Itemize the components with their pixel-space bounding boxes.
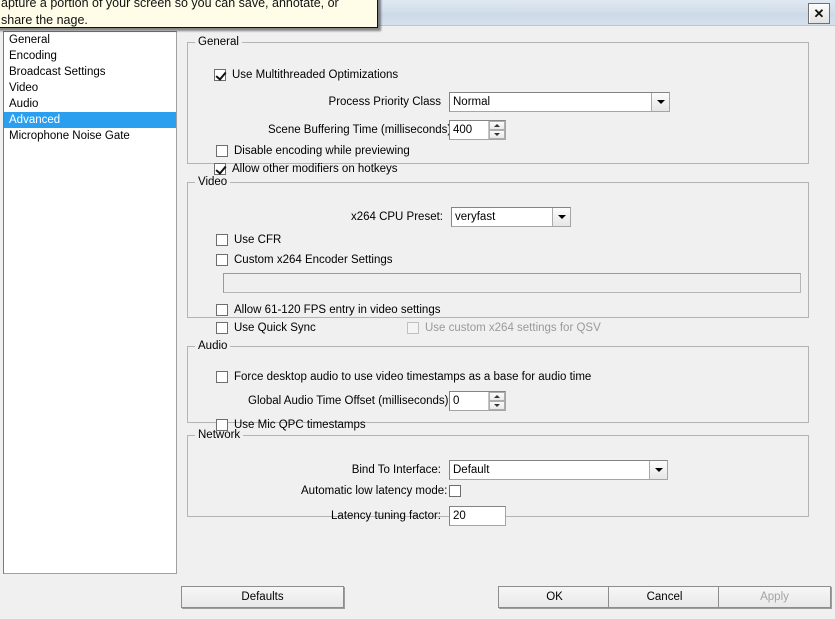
force-desktop-audio-checkbox[interactable] [216, 371, 228, 383]
sidebar-item-audio[interactable]: Audio [4, 96, 176, 112]
latency-tuning-factor-input[interactable]: 20 [449, 506, 506, 526]
group-audio-title: Audio [198, 340, 228, 352]
process-priority-class-row[interactable]: Process Priority Class Normal [308, 92, 670, 112]
group-video-title: Video [198, 176, 228, 188]
x264-cpu-preset-row[interactable]: x264 CPU Preset: veryfast [348, 207, 571, 227]
bind-to-interface-label: Bind To Interface: [351, 464, 441, 476]
automatic-low-latency-mode-label: Automatic low latency mode: [301, 485, 448, 497]
bind-to-interface-value: Default [453, 464, 490, 476]
spin-down-icon[interactable] [489, 401, 505, 410]
scene-buffering-time-stepper[interactable]: 400 [449, 120, 506, 140]
global-audio-time-offset-label: Global Audio Time Offset (milliseconds): [248, 395, 452, 407]
scene-buffering-time-label: Scene Buffering Time (milliseconds): [268, 124, 455, 136]
custom-x264-encoder-settings-input[interactable] [223, 273, 801, 293]
allow-other-modifiers-on-hotkeys-checkbox[interactable] [214, 163, 226, 175]
use-quick-sync-label: Use Quick Sync [234, 322, 316, 334]
process-priority-class-value: Normal [453, 96, 491, 108]
group-network: Network Bind To Interface: Default Autom… [187, 429, 809, 526]
allow-other-modifiers-on-hotkeys-label: Allow other modifiers on hotkeys [232, 163, 398, 175]
custom-x264-encoder-settings-label: Custom x264 Encoder Settings [234, 254, 393, 266]
group-general: General Use Multithreaded Optimizations … [187, 36, 809, 175]
bind-to-interface-dropdown[interactable]: Default [449, 460, 668, 480]
chevron-down-icon[interactable] [552, 208, 570, 226]
use-custom-x264-settings-for-qsv-checkbox [407, 322, 419, 334]
process-priority-class-dropdown[interactable]: Normal [449, 92, 670, 112]
global-audio-time-offset-stepper[interactable]: 0 [449, 391, 506, 411]
disable-encoding-while-previewing-row[interactable]: Disable encoding while previewing [216, 145, 410, 157]
allow-other-modifiers-on-hotkeys-row[interactable]: Allow other modifiers on hotkeys [214, 163, 398, 175]
spin-up-icon[interactable] [489, 121, 505, 130]
global-audio-time-offset-row[interactable]: Global Audio Time Offset (milliseconds):… [248, 391, 506, 411]
use-cfr-row[interactable]: Use CFR [216, 234, 281, 246]
use-custom-x264-settings-for-qsv-label: Use custom x264 settings for QSV [425, 322, 601, 334]
use-cfr-label: Use CFR [234, 234, 282, 246]
global-audio-time-offset-spin-buttons[interactable] [488, 392, 505, 410]
allow-61-120-fps-checkbox[interactable] [216, 304, 228, 316]
sidebar-item-encoding[interactable]: Encoding [4, 48, 176, 64]
sidebar-item-general[interactable]: General [4, 32, 176, 48]
disable-encoding-while-previewing-checkbox[interactable] [216, 145, 228, 157]
scene-buffering-time-spin-buttons[interactable] [488, 121, 505, 139]
custom-x264-encoder-settings-row[interactable]: Custom x264 Encoder Settings [216, 254, 393, 266]
latency-tuning-factor-value: 20 [453, 510, 466, 522]
apply-button: Apply [718, 586, 831, 608]
global-audio-time-offset-value: 0 [453, 395, 460, 407]
use-quick-sync-checkbox[interactable] [216, 322, 228, 334]
use-cfr-checkbox[interactable] [216, 234, 228, 246]
allow-61-120-fps-row[interactable]: Allow 61-120 FPS entry in video settings [216, 304, 440, 316]
sidebar-item-video[interactable]: Video [4, 80, 176, 96]
scene-buffering-time-row[interactable]: Scene Buffering Time (milliseconds): 400 [268, 120, 506, 140]
process-priority-class-label: Process Priority Class [328, 96, 441, 108]
bind-to-interface-row[interactable]: Bind To Interface: Default [308, 460, 668, 480]
settings-pane: General Use Multithreaded Optimizations … [184, 29, 812, 574]
close-icon[interactable]: ✕ [808, 3, 830, 24]
ok-button[interactable]: OK [498, 586, 611, 608]
use-custom-x264-settings-for-qsv-row: Use custom x264 settings for QSV [407, 322, 601, 334]
x264-cpu-preset-label: x264 CPU Preset: [350, 211, 443, 223]
use-quick-sync-row[interactable]: Use Quick Sync [216, 322, 316, 334]
group-video: Video x264 CPU Preset: veryfast Use CFR … [187, 176, 809, 334]
defaults-button[interactable]: Defaults [181, 586, 344, 608]
force-desktop-audio-label: Force desktop audio to use video timesta… [234, 371, 592, 383]
use-multithreaded-optimizations-label: Use Multithreaded Optimizations [232, 69, 399, 81]
use-multithreaded-optimizations-row[interactable]: Use Multithreaded Optimizations [214, 69, 398, 81]
screen-capture-tooltip: apture a portion of your screen so you c… [0, 0, 378, 28]
spin-up-icon[interactable] [489, 392, 505, 401]
automatic-low-latency-mode-row[interactable]: Automatic low latency mode: [301, 485, 461, 497]
cancel-button[interactable]: Cancel [608, 586, 721, 608]
settings-category-list[interactable]: General Encoding Broadcast Settings Vide… [3, 31, 177, 574]
sidebar-item-advanced[interactable]: Advanced [4, 112, 176, 128]
group-audio: Audio Force desktop audio to use video t… [187, 340, 809, 431]
group-network-title: Network [198, 429, 241, 441]
chevron-down-icon[interactable] [649, 461, 667, 479]
automatic-low-latency-mode-checkbox[interactable] [449, 485, 461, 497]
group-general-title: General [198, 36, 239, 48]
spin-down-icon[interactable] [489, 130, 505, 139]
x264-cpu-preset-dropdown[interactable]: veryfast [451, 207, 571, 227]
sidebar-item-broadcast-settings[interactable]: Broadcast Settings [4, 64, 176, 80]
custom-x264-encoder-settings-checkbox[interactable] [216, 254, 228, 266]
force-desktop-audio-row[interactable]: Force desktop audio to use video timesta… [216, 371, 591, 383]
use-multithreaded-optimizations-checkbox[interactable] [214, 69, 226, 81]
settings-dialog: ✕ General Encoding Broadcast Settings Vi… [0, 0, 835, 619]
x264-cpu-preset-value: veryfast [455, 211, 496, 223]
disable-encoding-while-previewing-label: Disable encoding while previewing [234, 145, 410, 157]
latency-tuning-factor-label: Latency tuning factor: [331, 510, 441, 522]
allow-61-120-fps-label: Allow 61-120 FPS entry in video settings [234, 304, 441, 316]
sidebar-item-microphone-noise-gate[interactable]: Microphone Noise Gate [4, 128, 176, 144]
scene-buffering-time-value: 400 [453, 124, 473, 136]
chevron-down-icon[interactable] [651, 93, 669, 111]
latency-tuning-factor-row[interactable]: Latency tuning factor: 20 [321, 506, 506, 526]
